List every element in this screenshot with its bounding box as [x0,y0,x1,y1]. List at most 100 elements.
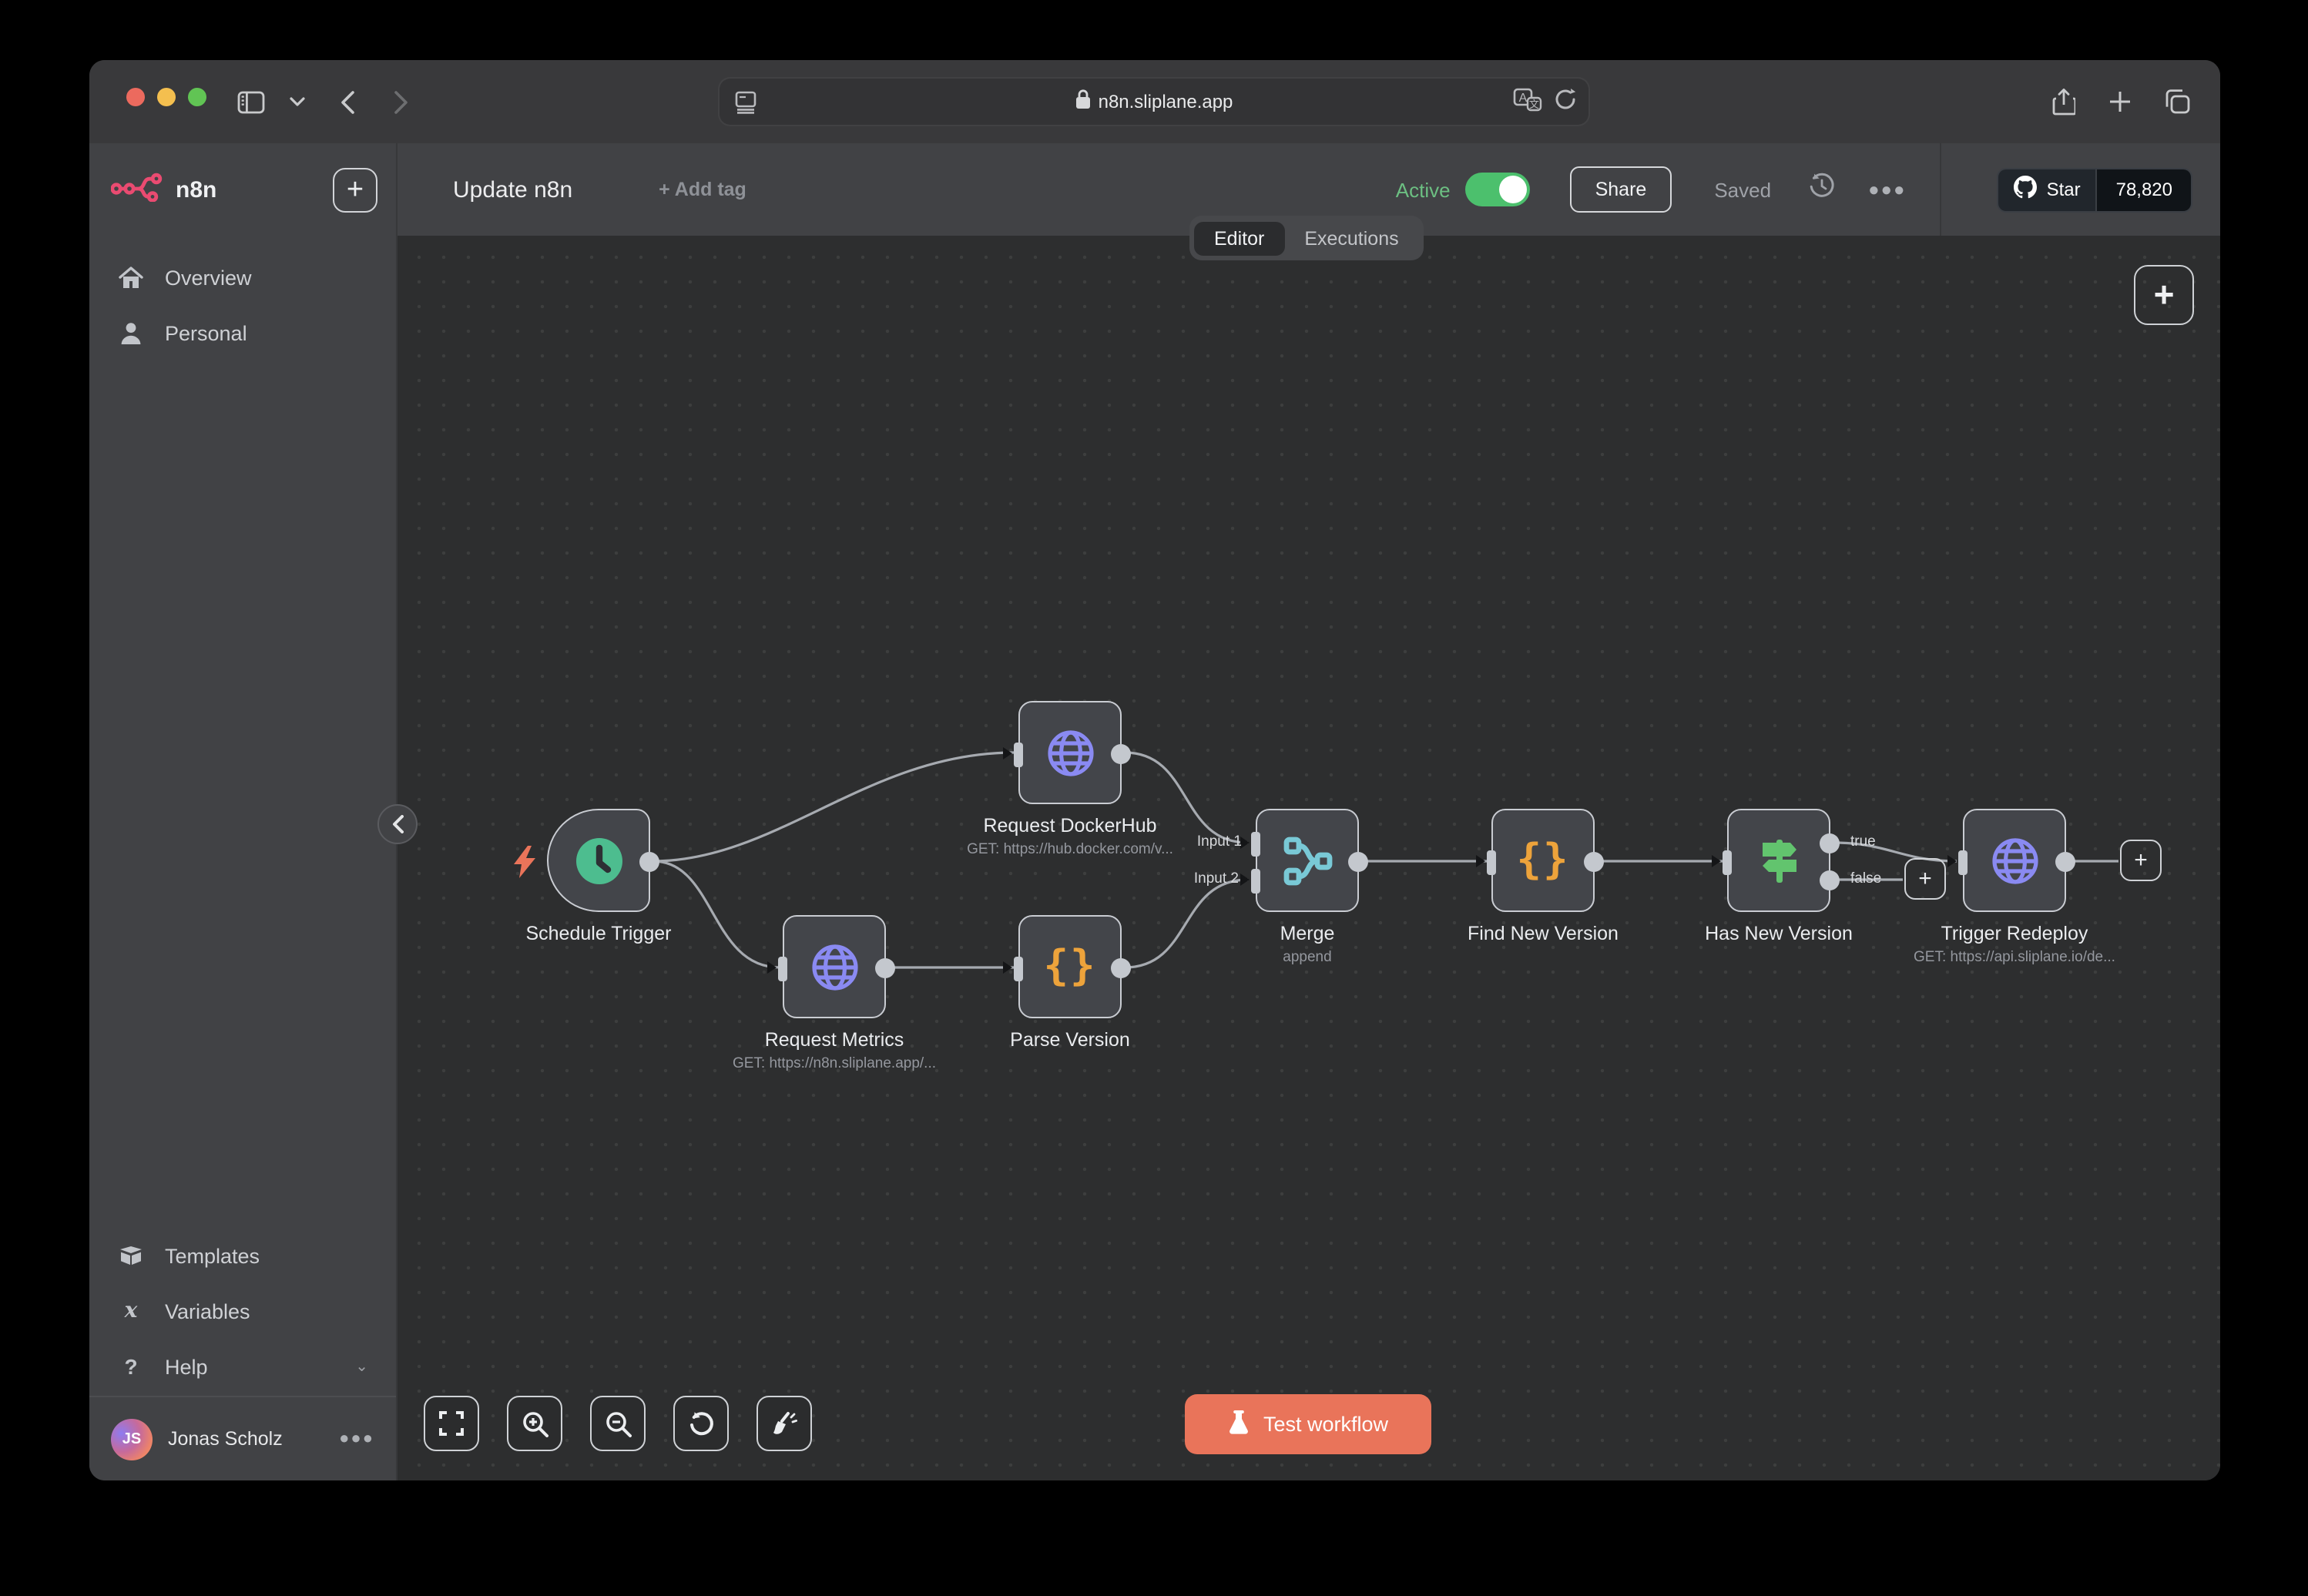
node-subtitle: GET: https://n8n.sliplane.app/... [665,1055,1004,1072]
workflow-canvas[interactable]: Schedule Trigger Request DockerHub GET: … [398,236,2220,1480]
tidy-up-button[interactable] [756,1396,812,1451]
reset-zoom-button[interactable] [673,1396,729,1451]
zoom-in-button[interactable] [507,1396,562,1451]
output-port[interactable] [875,958,895,978]
input-port[interactable] [1487,850,1496,874]
test-workflow-button[interactable]: Test workflow [1185,1394,1431,1454]
add-workflow-button[interactable]: + [333,168,377,213]
lightning-bolt-icon[interactable] [513,846,536,886]
sidebar-item-label: Variables [165,1299,250,1323]
flask-icon [1228,1409,1250,1440]
node-label: Parse Version [901,1029,1240,1051]
github-star-widget[interactable]: Star 78,820 [1998,167,2192,212]
input-port-2[interactable] [1251,868,1260,893]
chevron-down-icon[interactable] [274,79,320,125]
globe-icon [1020,702,1120,803]
node-merge[interactable]: Merge append [1256,809,1359,912]
sidebar-item-variables[interactable]: x Variables [89,1283,396,1339]
active-toggle[interactable] [1466,173,1531,206]
sidebar-toggle-icon[interactable] [228,79,274,125]
sidebar-item-label: Personal [165,321,247,344]
input-port[interactable] [778,956,787,981]
sidebar-item-help[interactable]: ? Help ⌄ [89,1339,396,1394]
star-count: 78,820 [2096,169,2191,210]
node-subtitle: GET: https://api.sliplane.io/de... [1845,949,2184,966]
share-button[interactable]: Share [1571,166,1672,213]
clock-icon [548,810,649,910]
code-braces-icon: {} [1020,917,1120,1017]
output-port-true[interactable] [1820,833,1840,853]
divider [1941,143,1942,236]
merge-input2-label: Input 2 [1180,870,1239,887]
output-port[interactable] [1111,958,1131,978]
screen: n8n.sliplane.app A文 [0,0,2308,1596]
user-options-icon[interactable]: ●●● [339,1430,374,1448]
translate-icon[interactable]: A文 [1513,87,1542,116]
new-tab-icon[interactable] [2097,79,2143,125]
variable-x-icon: x [117,1299,145,1323]
back-button[interactable] [324,79,370,125]
user-name: Jonas Scholz [168,1428,283,1450]
minimize-window-button[interactable] [157,88,176,106]
input-port[interactable] [1014,956,1023,981]
history-icon[interactable] [1808,173,1834,206]
sidebar-item-personal[interactable]: Personal [89,305,396,360]
input-port-1[interactable] [1251,831,1260,856]
sidebar-item-label: Overview [165,266,252,289]
tab-executions[interactable]: Executions [1284,221,1418,255]
home-icon [117,266,145,289]
question-icon: ? [117,1354,145,1379]
node-parse-version[interactable]: {} Parse Version [1018,915,1122,1018]
fit-view-button[interactable] [424,1396,479,1451]
add-node-after-redeploy-button[interactable]: + [2120,840,2162,881]
output-port[interactable] [639,852,659,872]
sidebar: n8n + Overview Personal [89,143,398,1480]
node-request-metrics[interactable]: Request Metrics GET: https://n8n.sliplan… [783,915,886,1018]
close-window-button[interactable] [126,88,145,106]
avatar: JS [111,1418,153,1460]
merge-icon [1257,810,1357,910]
user-menu[interactable]: JS Jonas Scholz ●●● [89,1396,396,1480]
browser-window: n8n.sliplane.app A文 [89,60,2220,1480]
output-port[interactable] [2055,852,2075,872]
node-has-new-version[interactable]: Has New Version [1727,809,1830,912]
zoom-window-button[interactable] [188,88,206,106]
input-port[interactable] [1958,850,1968,874]
sidebar-item-label: Help [165,1355,208,1378]
add-tag-button[interactable]: + Add tag [659,179,746,200]
reader-view-icon[interactable] [735,79,756,125]
address-bar[interactable]: n8n.sliplane.app A文 [718,77,1590,126]
add-node-false-branch-button[interactable]: + [1904,858,1946,900]
node-label: Trigger Redeploy [1845,923,2184,944]
node-find-new-version[interactable]: {} Find New Version [1491,809,1595,912]
node-request-dockerhub[interactable]: Request DockerHub GET: https://hub.docke… [1018,701,1122,804]
node-schedule-trigger[interactable]: Schedule Trigger [547,809,650,912]
more-options-icon[interactable]: ●●● [1868,179,1907,200]
output-port[interactable] [1348,852,1368,872]
lock-icon [1075,89,1091,114]
box-icon [117,1245,145,1266]
traffic-lights [126,88,206,106]
zoom-out-button[interactable] [590,1396,646,1451]
reload-icon[interactable] [1555,88,1576,116]
sidebar-item-templates[interactable]: Templates [89,1228,396,1283]
output-port[interactable] [1111,744,1131,764]
sidebar-item-overview[interactable]: Overview [89,250,396,305]
tab-overview-icon[interactable] [2154,79,2200,125]
output-port[interactable] [1584,852,1604,872]
input-port[interactable] [1723,850,1732,874]
node-subtitle: append [1138,949,1477,966]
input-port[interactable] [1014,742,1023,766]
tab-editor[interactable]: Editor [1194,221,1284,255]
share-page-icon[interactable] [2040,79,2086,125]
saved-status: Saved [1714,178,1771,201]
active-label: Active [1396,178,1451,201]
collapse-sidebar-button[interactable] [377,804,418,844]
node-trigger-redeploy[interactable]: Trigger Redeploy GET: https://api.slipla… [1963,809,2066,912]
browser-toolbar: n8n.sliplane.app A文 [89,60,2220,143]
workflow-title[interactable]: Update n8n [453,176,572,203]
output-port-false[interactable] [1820,870,1840,890]
svg-text:文: 文 [1529,98,1539,109]
forward-button[interactable] [377,79,424,125]
add-node-button[interactable]: + [2134,265,2194,325]
